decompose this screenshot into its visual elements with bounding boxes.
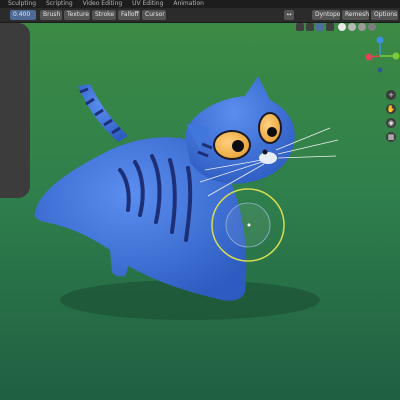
texture-dropdown[interactable]: Texture <box>64 10 90 20</box>
tab-scripting[interactable]: Scripting <box>46 0 73 8</box>
z-axis-icon[interactable] <box>376 36 384 44</box>
camera-icon[interactable]: ◉ <box>386 118 396 128</box>
stroke-dropdown[interactable]: Stroke <box>92 10 116 20</box>
tool-settings-bar: 0.400 Brush Texture Stroke Falloff Curso… <box>0 8 400 23</box>
falloff-dropdown[interactable]: Falloff <box>118 10 140 20</box>
overlays-icon[interactable] <box>306 23 314 31</box>
left-pupil <box>232 140 244 152</box>
symmetry-toggle[interactable]: ↔ <box>284 10 294 20</box>
xray-icon[interactable] <box>316 23 324 31</box>
cursor-dropdown[interactable]: Cursor <box>142 10 166 20</box>
neg-z-axis-icon[interactable] <box>377 67 383 73</box>
navigation-gizmo[interactable] <box>360 36 400 76</box>
pan-hand-icon[interactable]: ✋ <box>386 104 396 114</box>
viewport-header-gizmos <box>292 23 400 33</box>
cat-nose <box>262 149 268 155</box>
dyntopo-dropdown[interactable]: Dyntopo <box>312 10 340 20</box>
solid-shading-icon[interactable] <box>348 23 356 31</box>
cat-left-eye <box>213 130 251 160</box>
3d-viewport[interactable] <box>0 23 400 400</box>
remesh-dropdown[interactable]: Remesh <box>342 10 369 20</box>
workspace-tabs: Sculpting Scripting Video Editing UV Edi… <box>0 0 400 8</box>
right-pupil <box>267 127 277 137</box>
material-shading-icon[interactable] <box>358 23 366 31</box>
zoom-icon[interactable]: + <box>386 90 396 100</box>
tab-uv-editing[interactable]: UV Editing <box>132 0 163 8</box>
rendered-shading-icon[interactable] <box>368 23 376 31</box>
viewport-shading-icon[interactable] <box>296 23 304 31</box>
options-dropdown[interactable]: Options <box>371 10 398 20</box>
x-axis-icon[interactable] <box>365 53 373 61</box>
tab-sculpting[interactable]: Sculpting <box>8 0 36 8</box>
tab-video-editing[interactable]: Video Editing <box>83 0 123 8</box>
grid-icon[interactable]: ▦ <box>386 132 396 142</box>
y-axis-icon[interactable] <box>392 52 400 60</box>
arrows-icon: ↔ <box>286 11 292 18</box>
strength-field[interactable]: 0.400 <box>10 10 36 20</box>
tab-animation[interactable]: Animation <box>173 0 204 8</box>
wireframe-shading-icon[interactable] <box>338 23 346 31</box>
brush-dropdown[interactable]: Brush <box>40 10 62 20</box>
viewport-scene <box>0 23 400 400</box>
tool-shelf-panel[interactable] <box>0 23 30 198</box>
dropdown-icon[interactable] <box>326 23 334 31</box>
